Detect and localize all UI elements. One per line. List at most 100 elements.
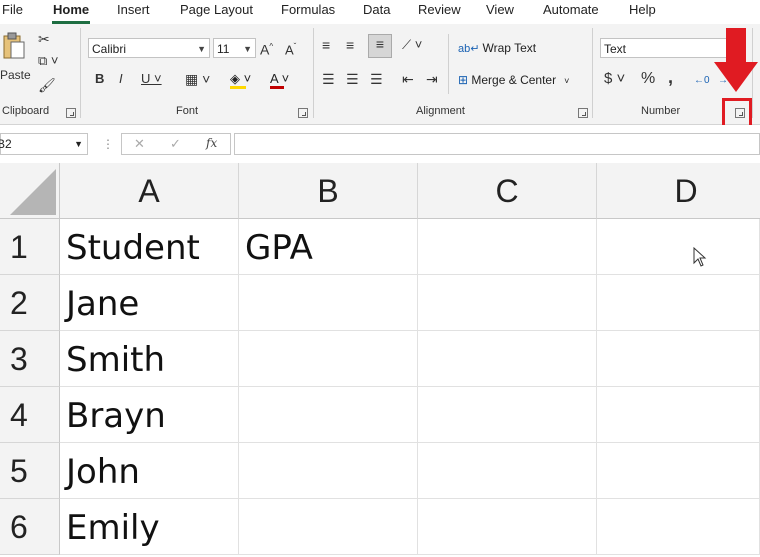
cell-b1[interactable]: GPA — [239, 219, 418, 275]
wrap-text-label: Wrap Text — [482, 41, 537, 55]
cell-b4[interactable] — [239, 387, 418, 443]
menu-insert[interactable]: Insert — [117, 2, 150, 17]
cell-a1[interactable]: Student — [60, 219, 239, 275]
font-size-value: 11 — [217, 42, 230, 56]
italic-icon[interactable]: I — [119, 70, 123, 88]
mouse-cursor-icon — [693, 246, 707, 267]
column-header-d[interactable]: D — [597, 163, 760, 219]
column-header-c[interactable]: C — [418, 163, 597, 219]
row-header-4[interactable]: 4 — [0, 387, 60, 443]
menu-help[interactable]: Help — [629, 2, 656, 17]
font-name-value: Calibri — [92, 42, 127, 56]
align-right-icon[interactable]: ☰ — [370, 70, 383, 88]
alignment-launcher-icon[interactable] — [578, 108, 588, 118]
cell-c4[interactable] — [418, 387, 597, 443]
select-all-corner[interactable] — [0, 163, 60, 219]
chevron-down-icon: ▼ — [197, 44, 206, 54]
increase-decimal-icon[interactable]: ←0 — [694, 72, 710, 90]
cell-c5[interactable] — [418, 443, 597, 499]
bottom-align-icon[interactable]: ≡ — [368, 34, 392, 58]
font-launcher-icon[interactable] — [298, 108, 308, 118]
menu-view[interactable]: View — [486, 2, 514, 17]
cell-a6[interactable]: Emily — [60, 499, 239, 555]
cell-d2[interactable] — [597, 275, 760, 331]
row-header-5[interactable]: 5 — [0, 443, 60, 499]
menu-data[interactable]: Data — [363, 2, 390, 17]
cell-a5[interactable]: John — [60, 443, 239, 499]
font-name-combo[interactable]: Calibri ▼ — [88, 38, 210, 58]
copy-icon[interactable]: ⧉ ˅ — [38, 52, 59, 70]
cell-a3[interactable]: Smith — [60, 331, 239, 387]
format-painter-icon[interactable]: 🖌 — [38, 76, 56, 94]
wrap-text-button[interactable]: ab↵ Wrap Text — [458, 38, 536, 58]
cell-d3[interactable] — [597, 331, 760, 387]
cancel-icon[interactable]: ✕ — [134, 136, 145, 152]
formula-bar: B2 ▼ ⋮ ✕ ✓ fx — [0, 125, 760, 163]
menu-home[interactable]: Home — [53, 2, 89, 17]
increase-indent-icon[interactable]: ⇥ — [426, 70, 438, 88]
decrease-indent-icon[interactable]: ⇤ — [402, 70, 414, 88]
row-header-6[interactable]: 6 — [0, 499, 60, 555]
decrease-font-size-icon[interactable]: Aˇ — [285, 38, 296, 59]
more-options-icon[interactable]: ⋮ — [102, 137, 114, 151]
borders-icon[interactable]: ▦ ˅ — [185, 70, 210, 88]
formula-input[interactable] — [234, 133, 760, 155]
enter-icon[interactable]: ✓ — [170, 136, 181, 152]
ribbon: Paste ✂ ⧉ ˅ 🖌 Clipboard Calibri ▼ 11 ▼ A^ … — [0, 24, 760, 125]
cell-a2[interactable]: Jane — [60, 275, 239, 331]
middle-align-icon[interactable]: ≡ — [346, 36, 354, 54]
cell-d1[interactable] — [597, 219, 760, 275]
column-header-a[interactable]: A — [60, 163, 239, 219]
increase-font-size-icon[interactable]: A^ — [260, 38, 273, 59]
cell-a4[interactable]: Brayn — [60, 387, 239, 443]
top-align-icon[interactable]: ≡ — [322, 36, 330, 54]
row-header-2[interactable]: 2 — [0, 275, 60, 331]
red-arrow-down-icon — [712, 28, 760, 94]
underline-icon[interactable]: U ˅ — [141, 70, 162, 88]
cell-b6[interactable] — [239, 499, 418, 555]
cell-b2[interactable] — [239, 275, 418, 331]
name-box[interactable]: B2 ▼ — [0, 133, 88, 155]
cell-c2[interactable] — [418, 275, 597, 331]
row-header-3[interactable]: 3 — [0, 331, 60, 387]
cell-c3[interactable] — [418, 331, 597, 387]
formula-buttons: ✕ ✓ fx — [121, 133, 231, 155]
group-separator — [313, 28, 314, 118]
menu-file[interactable]: File — [2, 2, 23, 17]
percent-style-icon[interactable]: % — [641, 70, 655, 88]
cell-d4[interactable] — [597, 387, 760, 443]
align-left-icon[interactable]: ☰ — [322, 70, 335, 88]
cut-icon[interactable]: ✂ — [38, 30, 50, 48]
font-size-combo[interactable]: 11 ▼ — [213, 38, 256, 58]
chevron-down-icon: ˅ — [564, 76, 570, 86]
comma-style-icon[interactable]: , — [668, 68, 673, 86]
clipboard-launcher-icon[interactable] — [66, 108, 76, 118]
menu-formulas[interactable]: Formulas — [281, 2, 335, 17]
cell-d5[interactable] — [597, 443, 760, 499]
name-box-value: B2 — [0, 137, 12, 151]
cell-c6[interactable] — [418, 499, 597, 555]
cell-b5[interactable] — [239, 443, 418, 499]
merge-center-label: Merge & Center — [471, 73, 557, 87]
row-header-1[interactable]: 1 — [0, 219, 60, 275]
fill-color-icon[interactable]: ◈ ˅ — [230, 70, 258, 90]
cell-c1[interactable] — [418, 219, 597, 275]
paste-icon[interactable] — [2, 32, 26, 60]
menu-automate[interactable]: Automate — [543, 2, 599, 17]
font-color-icon[interactable]: A ˅ — [270, 70, 298, 90]
bold-icon[interactable]: B — [95, 70, 104, 88]
menu-review[interactable]: Review — [418, 2, 461, 17]
merge-center-button[interactable]: ⊞ Merge & Center ˅ — [458, 70, 569, 90]
cell-b3[interactable] — [239, 331, 418, 387]
orientation-icon[interactable]: ⟋ ˅ — [402, 36, 422, 54]
menu-page-layout[interactable]: Page Layout — [180, 2, 253, 17]
currency-format-icon[interactable]: $ ˅ — [604, 70, 625, 88]
insert-function-icon[interactable]: fx — [206, 136, 217, 150]
align-center-icon[interactable]: ☰ — [346, 70, 359, 88]
paste-button[interactable]: Paste — [0, 66, 31, 84]
cell-d6[interactable] — [597, 499, 760, 555]
number-format-combo[interactable]: Text — [600, 38, 730, 58]
column-header-b[interactable]: B — [239, 163, 418, 219]
group-separator — [592, 28, 593, 118]
number-group-label: Number — [641, 105, 681, 117]
